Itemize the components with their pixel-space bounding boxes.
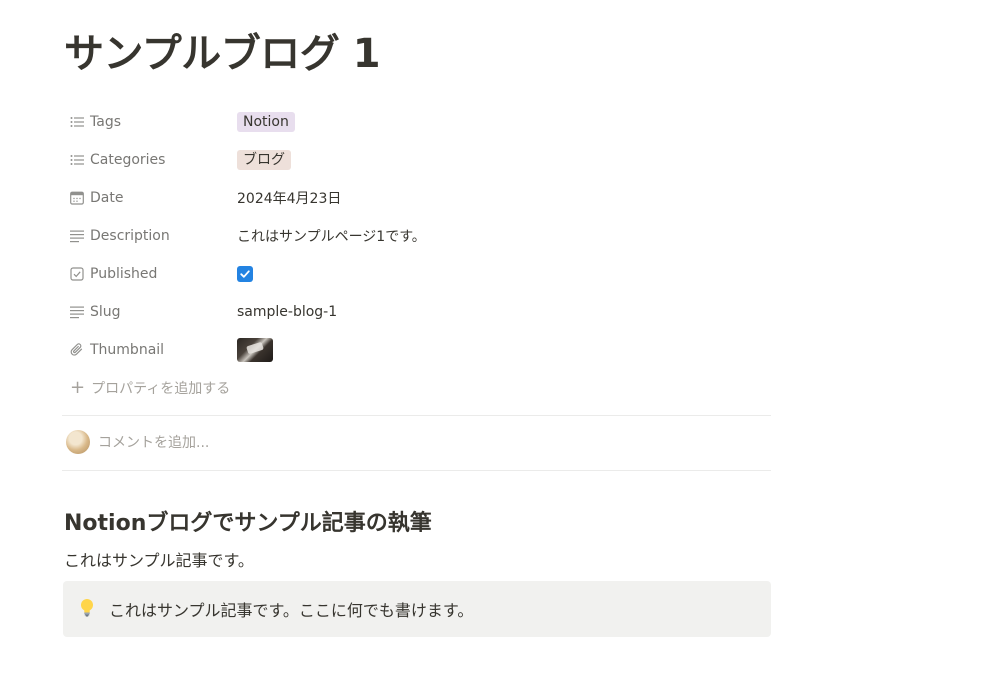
property-label: Date (90, 190, 124, 206)
property-label: Published (90, 266, 158, 282)
page-title[interactable]: サンプルブログ 1 (64, 26, 381, 82)
tag-blog[interactable]: ブログ (237, 150, 291, 170)
paperclip-icon (70, 343, 83, 356)
property-label: Thumbnail (90, 342, 165, 358)
published-checkbox[interactable] (237, 266, 253, 282)
property-label: Description (90, 228, 170, 244)
lightbulb-icon[interactable] (79, 598, 95, 620)
comment-input[interactable]: コメントを追加... (98, 432, 209, 452)
list-icon (70, 117, 84, 127)
text-lines-icon (70, 230, 84, 243)
property-value-published (237, 266, 253, 282)
divider (62, 470, 771, 471)
property-key-thumbnail[interactable]: Thumbnail (64, 333, 237, 367)
comment-bar[interactable]: コメントを追加... (66, 430, 209, 454)
divider (62, 415, 771, 416)
callout-text: これはサンプル記事です。ここに何でも書けます。 (109, 601, 474, 620)
property-value-categories[interactable]: ブログ (237, 150, 291, 170)
property-value-date[interactable]: 2024年4月23日 (237, 188, 341, 208)
property-key-slug[interactable]: Slug (64, 295, 237, 329)
property-value-thumbnail (237, 338, 273, 362)
property-value-slug[interactable]: sample-blog-1 (237, 304, 337, 320)
property-row-slug: Slug sample-blog-1 (64, 293, 772, 331)
notion-page: サンプルブログ 1 Tags Notion Categories ブログ Dat… (0, 0, 986, 692)
text-lines-icon (70, 306, 84, 319)
list-icon (70, 155, 84, 165)
property-row-categories: Categories ブログ (64, 141, 772, 179)
properties-panel: Tags Notion Categories ブログ Date 2024年4月2… (64, 103, 772, 405)
add-property-label: プロパティを追加する (91, 381, 231, 397)
tag-notion[interactable]: Notion (237, 112, 295, 132)
property-key-description[interactable]: Description (64, 219, 237, 253)
thumbnail-image[interactable] (237, 338, 273, 362)
property-row-published: Published (64, 255, 772, 293)
property-key-categories[interactable]: Categories (64, 143, 237, 177)
property-label: Slug (90, 304, 121, 320)
property-key-published[interactable]: Published (64, 257, 237, 291)
plus-icon: + (70, 377, 86, 398)
property-label: Categories (90, 152, 166, 168)
add-property-button[interactable]: + プロパティを追加する (64, 371, 772, 405)
property-value-description[interactable]: これはサンプルページ1です。 (237, 226, 426, 246)
callout-block[interactable]: これはサンプル記事です。ここに何でも書けます。 (63, 581, 771, 637)
property-row-thumbnail: Thumbnail (64, 331, 772, 369)
content-heading[interactable]: Notionブログでサンプル記事の執筆 (64, 506, 432, 542)
property-label: Tags (90, 114, 121, 130)
property-key-date[interactable]: Date (64, 181, 237, 215)
checkmark-icon (240, 270, 250, 278)
content-paragraph[interactable]: これはサンプル記事です。 (64, 547, 254, 575)
avatar (66, 430, 90, 454)
property-value-tags[interactable]: Notion (237, 112, 295, 132)
checkbox-icon (70, 267, 84, 281)
property-row-date: Date 2024年4月23日 (64, 179, 772, 217)
property-key-tags[interactable]: Tags (64, 105, 237, 139)
property-row-description: Description これはサンプルページ1です。 (64, 217, 772, 255)
property-row-tags: Tags Notion (64, 103, 772, 141)
calendar-icon (70, 191, 84, 205)
